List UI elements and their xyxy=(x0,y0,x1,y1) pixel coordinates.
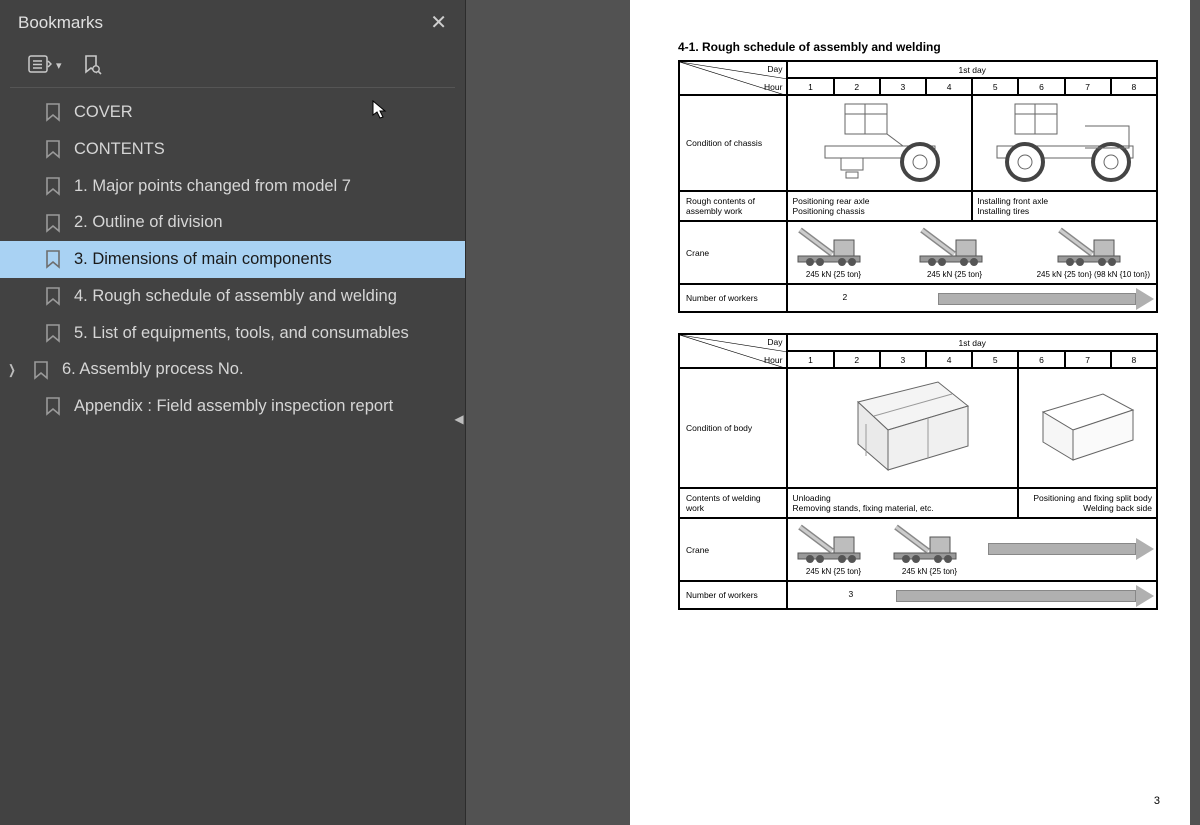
workers-row: 2 xyxy=(787,284,1157,312)
bookmark-label: COVER xyxy=(74,100,133,125)
hour-cell: 3 xyxy=(880,78,926,95)
bookmark-item[interactable]: ❯ 6. Assembly process No. xyxy=(0,351,465,388)
corner-hour-label: Hour xyxy=(764,355,782,365)
bookmark-label: 3. Dimensions of main components xyxy=(74,247,332,272)
hour-cell: 8 xyxy=(1111,78,1157,95)
outline-options-icon[interactable] xyxy=(28,53,52,77)
crane-caption: 245 kN {25 ton} (98 kN {10 ton}) xyxy=(1037,270,1150,279)
chassis-illustration-b xyxy=(972,95,1157,191)
bookmark-icon xyxy=(44,396,62,416)
bookmark-item[interactable]: Appendix : Field assembly inspection rep… xyxy=(0,388,465,425)
panel-title: Bookmarks xyxy=(18,13,103,33)
corner-hour-label: Hour xyxy=(764,82,782,92)
hour-cell: 7 xyxy=(1065,351,1111,368)
bookmark-icon xyxy=(44,176,62,196)
crane-caption: 245 kN {25 ton} xyxy=(916,270,994,279)
corner-day-label: Day xyxy=(767,337,782,347)
bookmark-item[interactable]: 4. Rough schedule of assembly and weldin… xyxy=(0,278,465,315)
row-label: Condition of chassis xyxy=(679,95,787,191)
hour-cell: 3 xyxy=(880,351,926,368)
hour-cell: 4 xyxy=(926,351,972,368)
bookmark-item[interactable]: COVER xyxy=(0,94,465,131)
find-bookmark-icon[interactable] xyxy=(80,53,104,77)
crane-row: 245 kN {25 ton} 245 kN {25 ton} 245 kN {… xyxy=(787,221,1157,284)
crane-caption: 245 kN {25 ton} xyxy=(890,567,968,576)
bookmark-label: 6. Assembly process No. xyxy=(62,357,244,382)
bookmark-item[interactable]: 5. List of equipments, tools, and consum… xyxy=(0,315,465,352)
chassis-illustration-a xyxy=(787,95,972,191)
day-header: 1st day xyxy=(787,61,1157,78)
hour-cell: 5 xyxy=(972,78,1018,95)
row-label: Crane xyxy=(679,221,787,284)
bookmark-label: 5. List of equipments, tools, and consum… xyxy=(74,321,409,346)
workers-row: 3 xyxy=(787,581,1157,609)
weld-right: Positioning and fixing split bodyWelding… xyxy=(1018,488,1157,518)
assembly-right: Installing front axleInstalling tires xyxy=(972,191,1157,221)
close-icon[interactable]: ✕ xyxy=(430,10,447,35)
hour-cell: 1 xyxy=(787,78,833,95)
row-label: Condition of body xyxy=(679,368,787,488)
collapse-panel-icon[interactable]: ◀ xyxy=(452,405,466,433)
row-label: Number of workers xyxy=(679,581,787,609)
bookmarks-panel: Bookmarks ✕ ▾ COVER CONTENTS 1. Major poin… xyxy=(0,0,466,825)
bookmark-label: Appendix : Field assembly inspection rep… xyxy=(74,394,393,419)
bookmark-list: COVER CONTENTS 1. Major points changed fro… xyxy=(0,88,465,431)
bookmark-icon xyxy=(44,213,62,233)
bookmark-label: 1. Major points changed from model 7 xyxy=(74,174,351,199)
pdf-page: 4-1. Rough schedule of assembly and weld… xyxy=(630,0,1190,825)
bookmark-icon xyxy=(32,360,50,380)
expand-chevron-icon[interactable]: ❯ xyxy=(8,360,18,380)
bookmark-item[interactable]: 3. Dimensions of main components xyxy=(0,241,465,278)
section-heading: 4-1. Rough schedule of assembly and weld… xyxy=(678,40,1170,54)
hour-cell: 2 xyxy=(834,78,880,95)
document-viewer[interactable]: 4-1. Rough schedule of assembly and weld… xyxy=(466,0,1200,825)
bookmark-icon xyxy=(44,323,62,343)
workers-count: 3 xyxy=(848,589,853,599)
crane-caption: 245 kN {25 ton} xyxy=(794,567,872,576)
day-header: 1st day xyxy=(787,334,1157,351)
crane-caption: 245 kN {25 ton} xyxy=(794,270,872,279)
row-label: Crane xyxy=(679,518,787,581)
row-label: Number of workers xyxy=(679,284,787,312)
row-label: Contents of welding work xyxy=(679,488,787,518)
workers-count: 2 xyxy=(842,292,847,302)
dropdown-caret-icon[interactable]: ▾ xyxy=(56,59,62,72)
bookmark-icon xyxy=(44,102,62,122)
bookmark-item[interactable]: CONTENTS xyxy=(0,131,465,168)
bookmark-item[interactable]: 1. Major points changed from model 7 xyxy=(0,168,465,205)
hour-cell: 5 xyxy=(972,351,1018,368)
schedule-table-2: Day Hour 1st day 12345678 Condition of b… xyxy=(678,333,1158,610)
assembly-left: Positioning rear axlePositioning chassis xyxy=(787,191,972,221)
corner-day-label: Day xyxy=(767,64,782,74)
bookmark-label: 2. Outline of division xyxy=(74,210,223,235)
hour-cell: 6 xyxy=(1018,351,1064,368)
bookmark-icon xyxy=(44,249,62,269)
hour-cell: 4 xyxy=(926,78,972,95)
bookmark-icon xyxy=(44,139,62,159)
hour-cell: 6 xyxy=(1018,78,1064,95)
bookmark-icon xyxy=(44,286,62,306)
row-label: Rough contents of assembly work xyxy=(679,191,787,221)
weld-left: UnloadingRemoving stands, fixing materia… xyxy=(787,488,1018,518)
hour-cell: 8 xyxy=(1111,351,1157,368)
body-illustration-a xyxy=(787,368,1018,488)
body-illustration-b xyxy=(1018,368,1157,488)
hour-cell: 7 xyxy=(1065,78,1111,95)
bookmark-label: CONTENTS xyxy=(74,137,165,162)
bookmark-item[interactable]: 2. Outline of division xyxy=(0,204,465,241)
schedule-table-1: Day Hour 1st day 12345678 Condition of c… xyxy=(678,60,1158,313)
page-number: 3 xyxy=(1154,795,1160,807)
bookmark-label: 4. Rough schedule of assembly and weldin… xyxy=(74,284,397,309)
crane-row: 245 kN {25 ton} 245 kN {25 ton} xyxy=(787,518,1157,581)
hour-cell: 1 xyxy=(787,351,833,368)
hour-cell: 2 xyxy=(834,351,880,368)
